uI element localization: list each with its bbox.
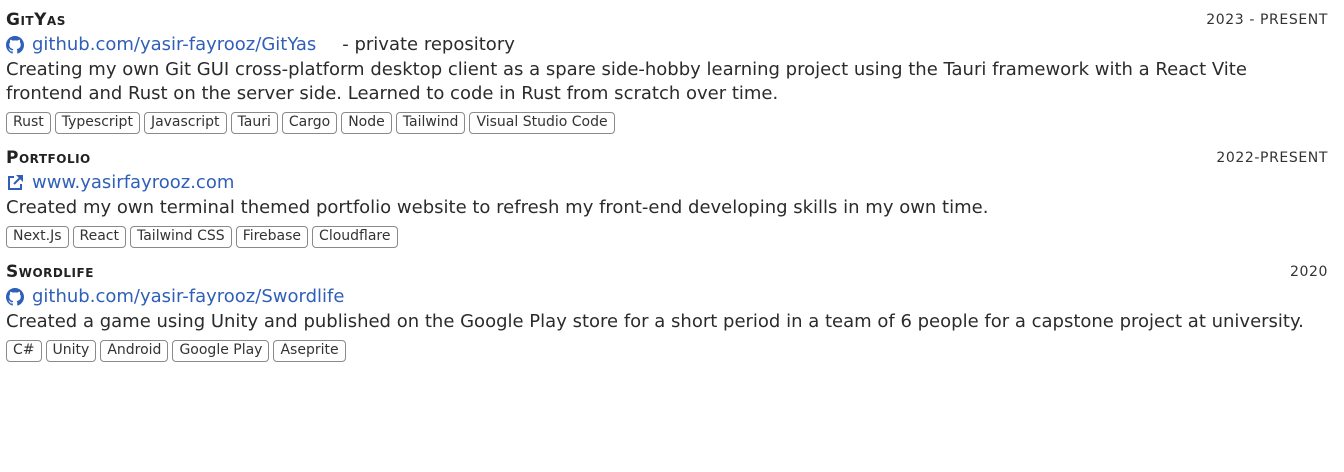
project-link-row: github.com/yasir-fayrooz/Swordlife: [6, 284, 1328, 310]
project-title: Portfolio: [6, 148, 91, 168]
project-gityas: GitYas 2023 - PRESENT github.com/yasir-f…: [6, 2, 1328, 134]
project-note: - private repository: [342, 34, 515, 55]
project-date: 2020: [1289, 264, 1328, 280]
tag: Tauri: [230, 112, 278, 134]
tag-list: C# Unity Android Google Play Aseprite: [6, 340, 1328, 362]
tag: Cargo: [281, 112, 338, 134]
tag: Rust: [6, 112, 51, 134]
github-icon: [6, 36, 24, 54]
project-description: Created my own terminal themed portfolio…: [6, 197, 989, 218]
tag: Google Play: [172, 340, 270, 362]
projects-section: GitYas 2023 - PRESENT github.com/yasir-f…: [0, 2, 1344, 362]
project-title: GitYas: [6, 10, 66, 30]
tag: C#: [6, 340, 42, 362]
external-link-icon: [6, 174, 24, 192]
project-header: Swordlife 2020: [6, 254, 1328, 284]
tag: React: [72, 226, 126, 248]
project-header: Portfolio 2022-PRESENT: [6, 140, 1328, 170]
project-description: Creating my own Git GUI cross-platform d…: [6, 59, 1247, 104]
tag-list: Next.Js React Tailwind CSS Firebase Clou…: [6, 226, 1328, 248]
project-link[interactable]: www.yasirfayrooz.com: [32, 170, 234, 196]
project-link-row: github.com/yasir-fayrooz/GitYas - privat…: [6, 32, 1328, 58]
project-title: Swordlife: [6, 262, 94, 282]
tag: Cloudflare: [312, 226, 398, 248]
project-link-row: www.yasirfayrooz.com: [6, 170, 1328, 196]
project-swordlife: Swordlife 2020 github.com/yasir-fayrooz/…: [6, 254, 1328, 362]
tag: Aseprite: [273, 340, 346, 362]
project-portfolio: Portfolio 2022-PRESENT www.yasirfayrooz.…: [6, 140, 1328, 248]
tag: Typescript: [54, 112, 140, 134]
project-link[interactable]: github.com/yasir-fayrooz/Swordlife: [32, 284, 344, 310]
tag: Tailwind CSS: [129, 226, 232, 248]
project-header: GitYas 2023 - PRESENT: [6, 2, 1328, 32]
github-icon: [6, 288, 24, 306]
project-date: 2023 - PRESENT: [1206, 12, 1328, 28]
tag: Javascript: [143, 112, 227, 134]
tag-list: Rust Typescript Javascript Tauri Cargo N…: [6, 112, 1328, 134]
tag: Android: [100, 340, 169, 362]
tag: Next.Js: [6, 226, 69, 248]
project-date: 2022-PRESENT: [1216, 150, 1328, 166]
project-description: Created a game using Unity and published…: [6, 311, 1304, 332]
project-link[interactable]: github.com/yasir-fayrooz/GitYas: [32, 32, 316, 58]
tag: Unity: [45, 340, 97, 362]
tag: Firebase: [235, 226, 309, 248]
tag: Tailwind: [395, 112, 466, 134]
tag: Visual Studio Code: [469, 112, 615, 134]
tag: Node: [341, 112, 392, 134]
